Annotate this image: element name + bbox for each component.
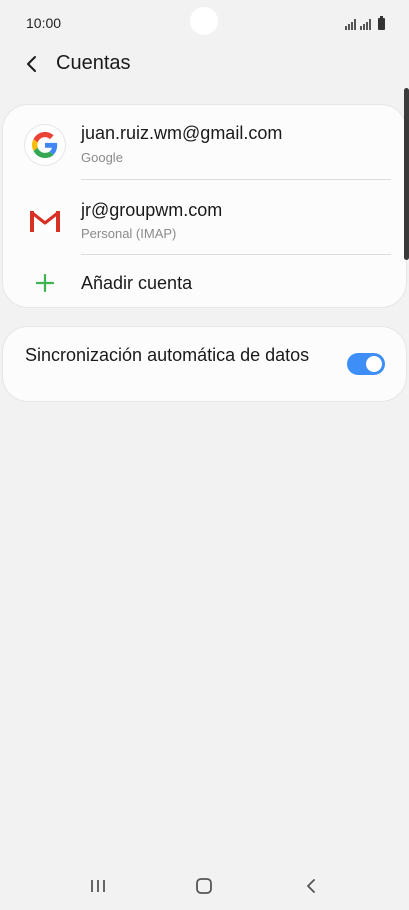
gmail-icon	[25, 201, 65, 241]
account-email: juan.ruiz.wm@gmail.com	[81, 123, 283, 143]
recents-icon	[91, 880, 105, 892]
google-icon	[25, 125, 65, 165]
account-type: Google	[81, 150, 123, 165]
battery-icon	[378, 16, 385, 30]
screen: 10:00 Cuentas juan.ruiz.wm@gmail.com Goo…	[0, 0, 409, 910]
toggle-knob	[364, 354, 384, 374]
page-title: Cuentas	[56, 52, 131, 74]
accounts-card: juan.ruiz.wm@gmail.com Google jr@groupwm…	[2, 104, 407, 308]
status-bar: 10:00	[0, 0, 409, 46]
recents-button[interactable]	[84, 874, 112, 898]
account-type: Personal (IMAP)	[81, 226, 177, 241]
auto-sync-toggle[interactable]	[347, 353, 385, 375]
signal-icon-2	[360, 18, 371, 30]
chevron-left-icon	[307, 879, 315, 893]
back-button[interactable]	[18, 50, 46, 78]
account-email: jr@groupwm.com	[81, 200, 223, 220]
home-button[interactable]	[190, 874, 218, 898]
status-icons	[345, 16, 385, 30]
nav-back-button[interactable]	[297, 874, 325, 898]
navigation-bar	[0, 860, 409, 910]
app-header: Cuentas	[0, 46, 409, 82]
divider	[81, 254, 391, 255]
add-account-label: Añadir cuenta	[81, 273, 193, 293]
home-icon	[196, 878, 212, 894]
add-account-button[interactable]: Añadir cuenta	[3, 257, 408, 309]
signal-icon	[345, 18, 356, 30]
divider	[81, 179, 391, 180]
auto-sync-card[interactable]: Sincronización automática de datos	[2, 326, 407, 402]
account-item-google[interactable]: juan.ruiz.wm@gmail.com Google	[3, 107, 408, 183]
auto-sync-label: Sincronización automática de datos	[25, 345, 310, 365]
status-time: 10:00	[26, 15, 62, 31]
account-item-imap[interactable]: jr@groupwm.com Personal (IMAP)	[3, 183, 408, 259]
plus-icon	[25, 263, 65, 303]
chevron-left-icon	[27, 56, 36, 72]
camera-cutout	[190, 7, 218, 35]
scrollbar[interactable]	[404, 88, 409, 260]
